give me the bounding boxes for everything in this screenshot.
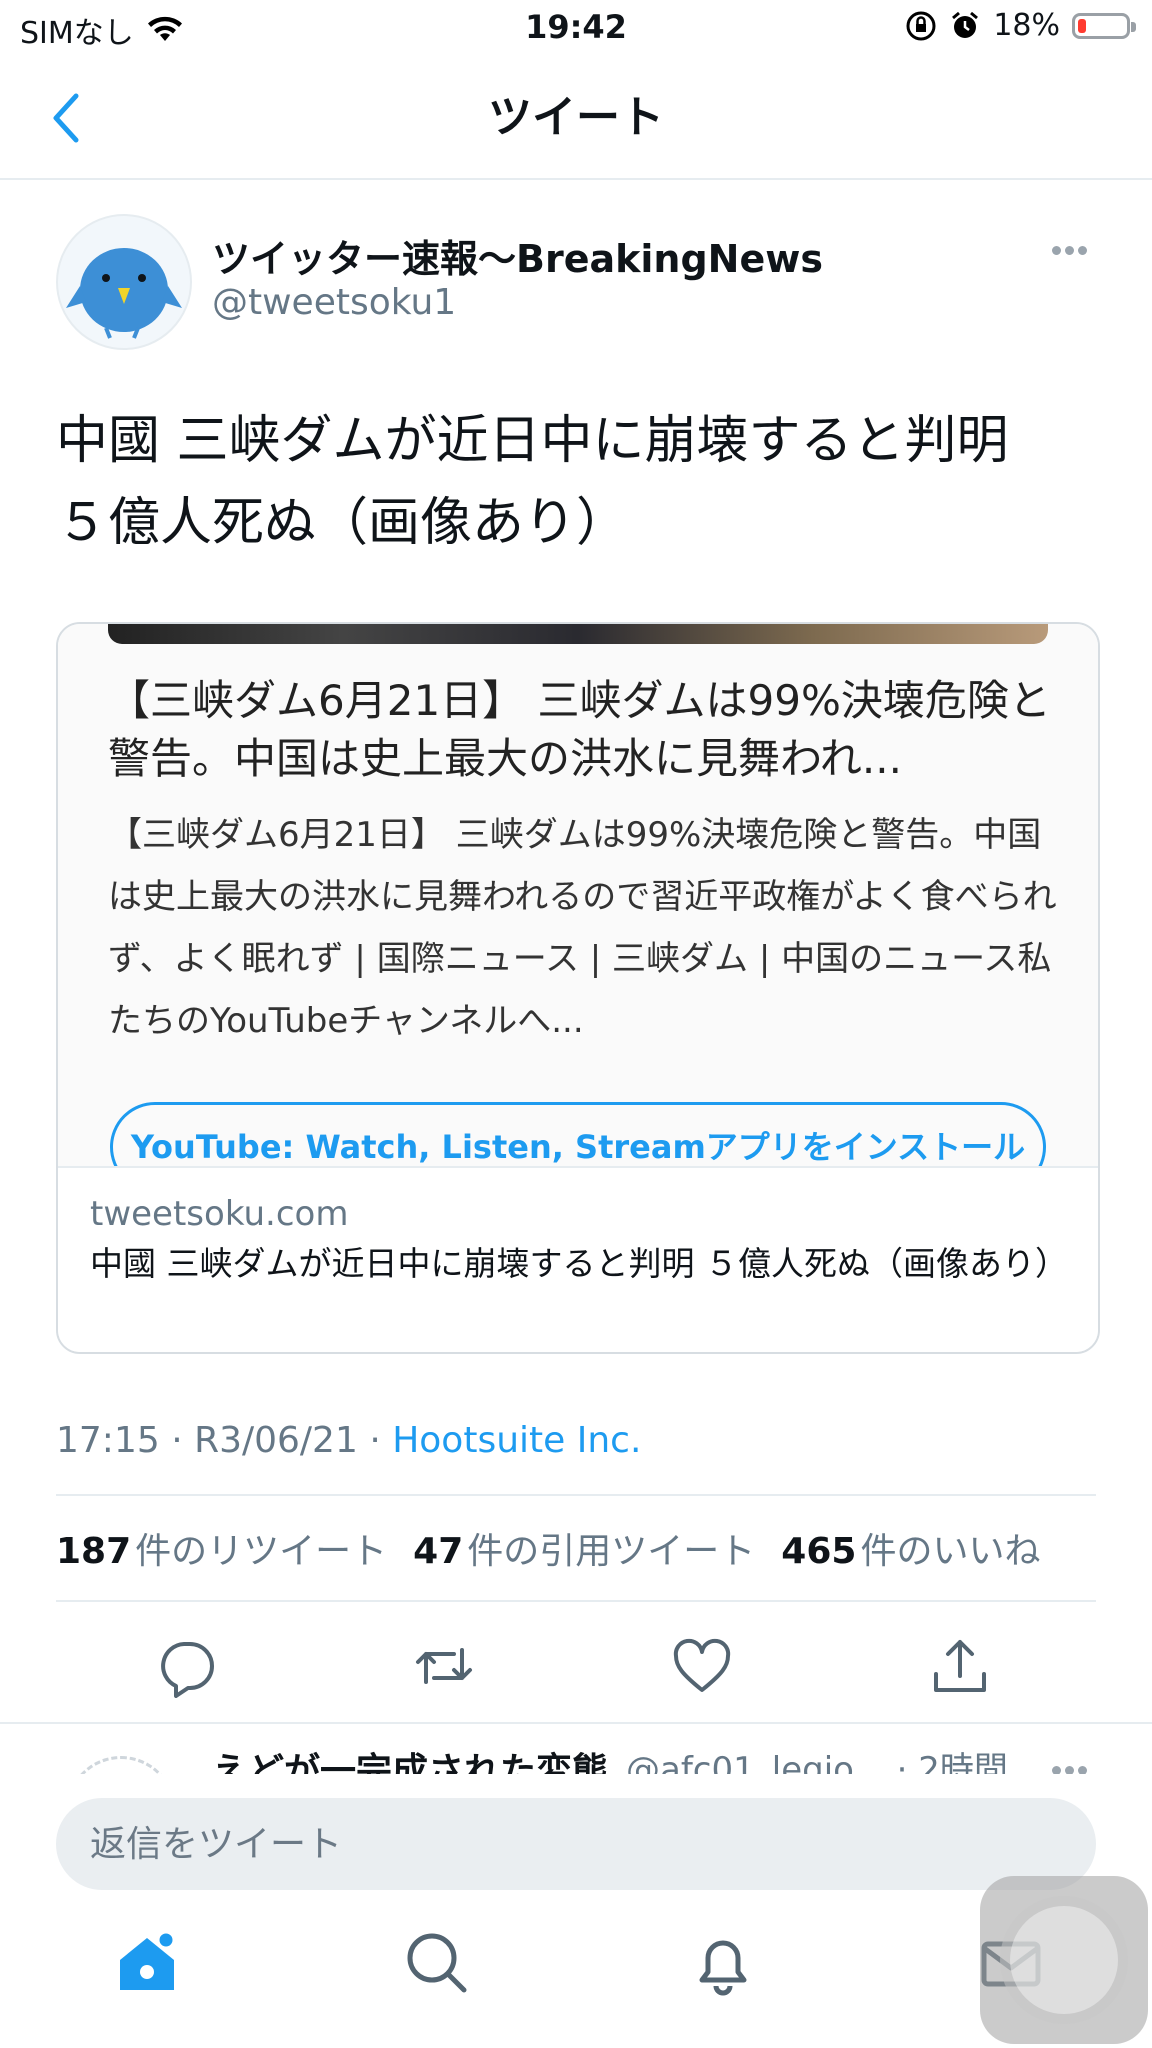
quotes-label: 件の引用ツイート (467, 1531, 756, 1572)
dot (1078, 246, 1087, 255)
dot (1065, 246, 1074, 255)
bell-icon (699, 1940, 747, 1996)
retweets-stat[interactable]: 187 件のリツイート (56, 1522, 387, 1574)
tweet-timestamp: 17:15 · R3/06/21 · Hootsuite Inc. (56, 1420, 641, 1461)
author-handle[interactable]: @tweetsoku1 (212, 282, 456, 323)
reply-input[interactable] (56, 1798, 1096, 1890)
timestamp-text: 17:15 · R3/06/21 · (56, 1420, 393, 1461)
likes-label: 件のいいね (860, 1531, 1041, 1572)
more-options-button[interactable] (1050, 240, 1094, 270)
orientation-lock-icon (906, 11, 936, 40)
author-name[interactable]: ツイッター速報〜BreakingNews (212, 228, 823, 283)
battery-percent: 18% (993, 8, 1060, 43)
nav-bar: ツイート (0, 60, 1152, 180)
reply-meta: @afc01_legio... · 2時間 (626, 1750, 1008, 1776)
divider (56, 1600, 1096, 1602)
page-title: ツイート (488, 92, 664, 143)
card-domain: tweetsoku.com (90, 1194, 349, 1234)
tab-notifications[interactable] (688, 1928, 758, 1998)
chevron-left-icon (53, 93, 79, 143)
quotes-stat[interactable]: 47 件の引用ツイート (413, 1522, 755, 1574)
battery-level (1078, 18, 1086, 33)
reply-bar (0, 1774, 1152, 1892)
home-icon (120, 1930, 176, 1990)
card-title: 中國 三峡ダムが近日中に崩壊すると判明 ５億人死ぬ（画像あり） (90, 1244, 1068, 1283)
retweets-count: 187 (56, 1531, 132, 1572)
retweet-icon (416, 1648, 472, 1684)
author-avatar[interactable] (56, 214, 192, 350)
card-image-photo-strip (108, 624, 1048, 644)
link-card[interactable]: 【三峡ダム6月21日】 三峡ダムは99%決壊危険と警告。中国は史上最大の洪水に見… (56, 622, 1100, 1354)
share-icon (934, 1640, 986, 1692)
alarm-icon (952, 11, 979, 38)
reply-icon (161, 1642, 214, 1698)
tab-home[interactable] (112, 1928, 182, 1998)
source-link[interactable]: Hootsuite Inc. (392, 1420, 641, 1461)
search-icon (407, 1933, 467, 1993)
card-image-install-button: YouTube: Watch, Listen, Streamアプリをインストール (110, 1102, 1046, 1166)
tab-search[interactable] (402, 1928, 472, 1998)
divider (56, 1494, 1096, 1496)
battery-icon (1072, 12, 1136, 39)
share-button[interactable] (928, 1634, 992, 1698)
like-button[interactable] (670, 1634, 734, 1698)
assistive-touch-button[interactable] (980, 1876, 1148, 2044)
reply-author-name[interactable]: えどが一完成された変態 (212, 1742, 608, 1776)
back-button[interactable] (40, 88, 100, 148)
quotes-count: 47 (413, 1531, 464, 1572)
next-reply-preview[interactable]: えどが一完成された変態 @afc01_legio... · 2時間 (0, 1722, 1152, 1776)
heart-icon (673, 1638, 731, 1692)
card-meta: tweetsoku.com 中國 三峡ダムが近日中に崩壊すると判明 ５億人死ぬ（… (58, 1166, 1098, 1352)
card-image-description: 【三峡ダム6月21日】 三峡ダムは99%決壊危険と警告。中国は史上最大の洪水に見… (108, 815, 1057, 1041)
reply-button[interactable] (154, 1634, 218, 1698)
tweet-text-line: 中國 三峡ダムが近日中に崩壊すると判明 (56, 411, 1009, 471)
tweet-actions (0, 1604, 1152, 1722)
assistive-touch-ring (1010, 1906, 1118, 2014)
status-bar: SIMなし 19:42 18% (0, 0, 1152, 60)
reply-avatar[interactable] (66, 1756, 176, 1776)
tweet-stats: 187 件のリツイート 47 件の引用ツイート 465 件のいいね (56, 1522, 1040, 1574)
status-right: 18% (905, 8, 1136, 43)
card-image-title: 【三峡ダム6月21日】 三峡ダムは99%決壊危険と警告。中国は史上最大の洪水に見… (108, 676, 1051, 783)
card-image: 【三峡ダム6月21日】 三峡ダムは99%決壊危険と警告。中国は史上最大の洪水に見… (58, 624, 1098, 1166)
bird-avatar-icon (66, 248, 182, 339)
retweet-button[interactable] (412, 1634, 476, 1698)
likes-count: 465 (781, 1531, 857, 1572)
tweet-text: 中國 三峡ダムが近日中に崩壊すると判明 ５億人死ぬ（画像あり） (56, 400, 1096, 564)
dot (1052, 246, 1061, 255)
tweet-text-line: ５億人死ぬ（画像あり） (56, 493, 629, 553)
retweets-label: 件のリツイート (135, 1531, 388, 1572)
likes-stat[interactable]: 465 件のいいね (781, 1522, 1040, 1574)
